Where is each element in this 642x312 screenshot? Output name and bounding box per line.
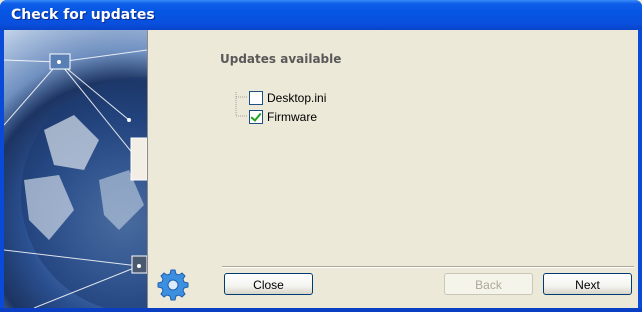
window-frame-bottom <box>0 308 642 312</box>
firmware-label[interactable]: Firmware <box>267 110 317 124</box>
close-button[interactable]: Close <box>224 273 313 295</box>
desktop-ini-label[interactable]: Desktop.ini <box>267 91 326 105</box>
list-item[interactable]: Desktop.ini <box>249 90 326 106</box>
firmware-checkbox[interactable] <box>249 110 263 124</box>
updates-heading: Updates available <box>220 52 342 66</box>
window-title: Check for updates <box>11 7 155 23</box>
tree-connector-lines <box>235 92 248 117</box>
check-for-updates-window: Check for updates Updates available Desk… <box>0 0 642 312</box>
next-button[interactable]: Next <box>543 273 632 295</box>
dialog-body: Updates available Desktop.ini Firmware C… <box>4 30 638 308</box>
button-separator <box>222 266 634 268</box>
gear-icon <box>157 269 189 301</box>
desktop-ini-checkbox[interactable] <box>249 91 263 105</box>
list-item[interactable]: Firmware <box>249 109 317 125</box>
title-bar[interactable]: Check for updates <box>0 0 642 30</box>
globe-network-image <box>4 30 148 308</box>
back-button[interactable]: Back <box>444 273 533 295</box>
